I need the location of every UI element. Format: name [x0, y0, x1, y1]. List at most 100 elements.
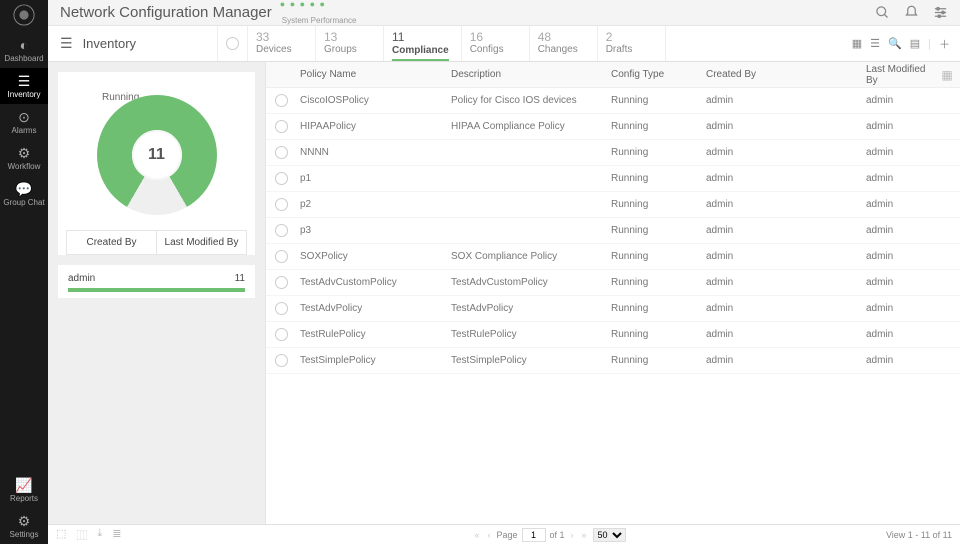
- cell-policy-name: NNNN: [296, 147, 451, 158]
- footer-action-4-icon[interactable]: ≣: [112, 527, 121, 543]
- table-row[interactable]: TestRulePolicyTestRulePolicyRunningadmin…: [266, 322, 960, 348]
- search-table-icon[interactable]: 🔍: [888, 37, 902, 50]
- summary-bar: [68, 288, 245, 292]
- nav-alarms[interactable]: ⊙Alarms: [0, 104, 48, 140]
- row-checkbox[interactable]: [275, 146, 288, 159]
- donut-total: 11: [132, 130, 182, 180]
- table-row[interactable]: p2Runningadminadmin: [266, 192, 960, 218]
- th-last-modified-by[interactable]: Last Modified By: [866, 64, 934, 86]
- page-next-icon[interactable]: ›: [569, 530, 576, 540]
- add-icon[interactable]: ＋: [939, 36, 950, 52]
- table-row[interactable]: TestSimplePolicyTestSimplePolicyRunninga…: [266, 348, 960, 374]
- row-checkbox[interactable]: [275, 224, 288, 237]
- th-policy-name[interactable]: Policy Name: [296, 69, 451, 80]
- table-row[interactable]: TestAdvCustomPolicyTestAdvCustomPolicyRu…: [266, 270, 960, 296]
- nav-groupchat[interactable]: 💬Group Chat: [0, 176, 48, 212]
- select-all-checkbox[interactable]: [226, 37, 239, 50]
- tab-groups[interactable]: 13Groups: [316, 26, 384, 61]
- cell-description: TestAdvCustomPolicy: [451, 277, 611, 288]
- app-logo-icon: [6, 4, 42, 26]
- row-checkbox[interactable]: [275, 328, 288, 341]
- cell-description: TestRulePolicy: [451, 329, 611, 340]
- toggle-created-by[interactable]: Created By: [67, 231, 157, 254]
- dashboard-icon: ◐: [0, 38, 48, 52]
- cell-config-type: Running: [611, 173, 706, 184]
- list-view-icon[interactable]: ☰: [870, 37, 880, 50]
- table-row[interactable]: CiscoIOSPolicyPolicy for Cisco IOS devic…: [266, 88, 960, 114]
- row-checkbox[interactable]: [275, 302, 288, 315]
- cell-config-type: Running: [611, 355, 706, 366]
- nav-reports[interactable]: 📈Reports: [0, 472, 48, 508]
- tab-devices[interactable]: 33Devices: [248, 26, 316, 61]
- cell-config-type: Running: [611, 251, 706, 262]
- footer-action-2-icon[interactable]: ⿲: [76, 527, 87, 543]
- row-checkbox[interactable]: [275, 198, 288, 211]
- cell-config-type: Running: [611, 225, 706, 236]
- cell-last-modified-by: admin: [866, 303, 934, 314]
- cell-description: HIPAA Compliance Policy: [451, 121, 611, 132]
- cell-last-modified-by: admin: [866, 277, 934, 288]
- side-toggle: Created By Last Modified By: [66, 230, 247, 255]
- tab-configs[interactable]: 16Configs: [462, 26, 530, 61]
- cell-created-by: admin: [706, 225, 866, 236]
- summary-card[interactable]: admin 11: [58, 265, 255, 298]
- cell-last-modified-by: admin: [866, 355, 934, 366]
- cell-created-by: admin: [706, 147, 866, 158]
- cell-last-modified-by: admin: [866, 95, 934, 106]
- cell-last-modified-by: admin: [866, 147, 934, 158]
- performance-dots-icon: ● ● ● ● ●: [280, 0, 326, 9]
- column-settings-icon[interactable]: ▦: [934, 68, 960, 82]
- footer-action-1-icon[interactable]: ⬚: [56, 527, 66, 543]
- table-row[interactable]: HIPAAPolicyHIPAA Compliance PolicyRunnin…: [266, 114, 960, 140]
- cell-created-by: admin: [706, 303, 866, 314]
- cell-config-type: Running: [611, 329, 706, 340]
- page-last-icon[interactable]: »: [580, 530, 589, 540]
- tab-changes[interactable]: 48Changes: [530, 26, 598, 61]
- side-panel: Running 11 Created By Last Modified By a…: [48, 62, 266, 524]
- cell-created-by: admin: [706, 121, 866, 132]
- cell-config-type: Running: [611, 199, 706, 210]
- table-row[interactable]: NNNNRunningadminadmin: [266, 140, 960, 166]
- divider: |: [928, 38, 931, 50]
- th-config-type[interactable]: Config Type: [611, 69, 706, 80]
- table-row[interactable]: p3Runningadminadmin: [266, 218, 960, 244]
- cell-description: TestAdvPolicy: [451, 303, 611, 314]
- table-row[interactable]: SOXPolicySOX Compliance PolicyRunningadm…: [266, 244, 960, 270]
- nav-workflow[interactable]: ⚙Workflow: [0, 140, 48, 176]
- tab-compliance[interactable]: 11Compliance: [384, 26, 462, 61]
- page-size-select[interactable]: 50: [593, 528, 626, 542]
- row-checkbox[interactable]: [275, 94, 288, 107]
- search-icon[interactable]: [875, 5, 890, 20]
- row-checkbox[interactable]: [275, 172, 288, 185]
- row-checkbox[interactable]: [275, 276, 288, 289]
- view-range: View 1 - 11 of 11: [832, 530, 952, 540]
- grid-view-icon[interactable]: ▦: [852, 37, 862, 50]
- nav-inventory[interactable]: ☰Inventory: [0, 68, 48, 104]
- menu-icon[interactable]: ☰: [60, 35, 73, 52]
- inventory-icon: ☰: [0, 74, 48, 88]
- footer-action-3-icon[interactable]: ⤓: [97, 527, 102, 543]
- bell-icon[interactable]: [904, 5, 919, 20]
- tab-drafts[interactable]: 2Drafts: [598, 26, 666, 61]
- table-row[interactable]: p1Runningadminadmin: [266, 166, 960, 192]
- row-checkbox[interactable]: [275, 354, 288, 367]
- table-row[interactable]: TestAdvPolicyTestAdvPolicyRunningadminad…: [266, 296, 960, 322]
- reports-icon: 📈: [0, 478, 48, 492]
- row-checkbox[interactable]: [275, 120, 288, 133]
- cell-policy-name: TestRulePolicy: [296, 329, 451, 340]
- toggle-last-modified-by[interactable]: Last Modified By: [157, 231, 246, 254]
- status-chart: Running 11 Created By Last Modified By: [58, 72, 255, 255]
- policy-table: Policy Name Description Config Type Crea…: [266, 62, 960, 524]
- page-first-icon[interactable]: «: [472, 530, 481, 540]
- cell-policy-name: TestSimplePolicy: [296, 355, 451, 366]
- th-created-by[interactable]: Created By: [706, 69, 866, 80]
- th-description[interactable]: Description: [451, 69, 611, 80]
- nav-dashboard[interactable]: ◐Dashboard: [0, 32, 48, 68]
- sliders-icon[interactable]: [933, 5, 948, 20]
- row-checkbox[interactable]: [275, 250, 288, 263]
- page-prev-icon[interactable]: ‹: [485, 530, 492, 540]
- page-input[interactable]: [522, 528, 546, 542]
- cell-policy-name: p1: [296, 173, 451, 184]
- nav-settings[interactable]: ⚙Settings: [0, 508, 48, 544]
- filter-icon[interactable]: ▤: [910, 37, 920, 50]
